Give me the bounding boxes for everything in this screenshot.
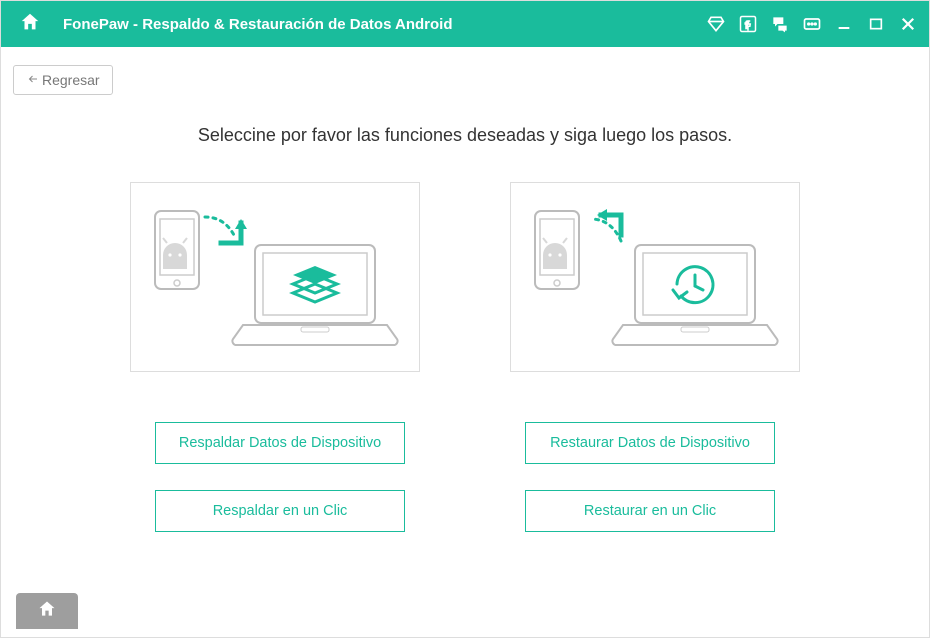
titlebar: FonePaw - Respaldo & Restauración de Dat… [1,1,929,47]
brand-name: FonePaw [63,16,129,33]
backup-illustration [130,182,420,372]
home-icon[interactable] [19,11,41,38]
backup-device-data-button[interactable]: Respaldar Datos de Dispositivo [155,422,405,464]
diamond-icon[interactable] [705,13,727,35]
action-buttons: Respaldar Datos de Dispositivo Respaldar… [61,422,869,532]
restore-actions: Restaurar Datos de Dispositivo Restaurar… [525,422,775,532]
back-label: Regresar [42,72,100,88]
restore-illustration [510,182,800,372]
more-icon[interactable] [801,13,823,35]
app-title: FonePaw - Respaldo & Restauración de Dat… [63,16,705,33]
minimize-icon[interactable] [833,13,855,35]
backup-actions: Respaldar Datos de Dispositivo Respaldar… [155,422,405,532]
feedback-icon[interactable] [769,13,791,35]
page-headline: Seleccine por favor las funciones desead… [61,125,869,146]
svg-text:f: f [745,20,749,32]
illustration-panels [61,182,869,372]
home-icon [37,599,57,624]
facebook-icon[interactable]: f [737,13,759,35]
titlebar-toolbar: f [705,13,919,35]
bottom-home-tab[interactable] [16,593,78,629]
maximize-icon[interactable] [865,13,887,35]
title-suffix: - Respaldo & Restauración de Datos Andro… [129,16,453,33]
one-click-restore-button[interactable]: Restaurar en un Clic [525,490,775,532]
main-content: Seleccine por favor las funciones desead… [1,95,929,552]
restore-device-data-button[interactable]: Restaurar Datos de Dispositivo [525,422,775,464]
one-click-backup-button[interactable]: Respaldar en un Clic [155,490,405,532]
close-icon[interactable] [897,13,919,35]
back-bar: Regresar [1,47,929,95]
back-button[interactable]: Regresar [13,65,113,95]
arrow-left-icon [26,72,40,88]
